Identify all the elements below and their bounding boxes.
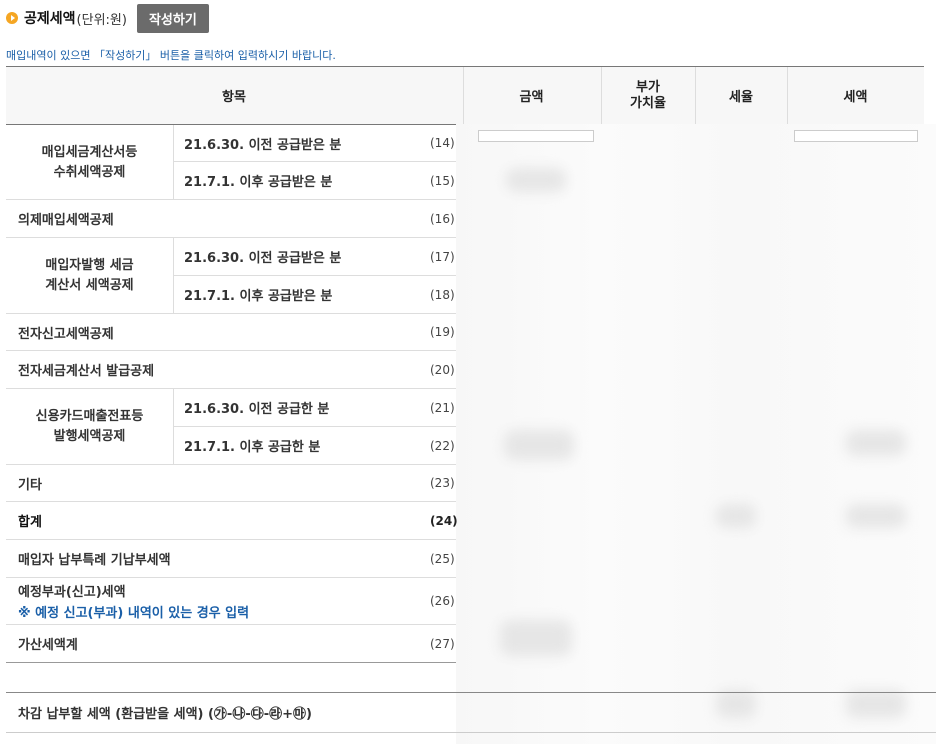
row-27-label: 가산세액계: [18, 638, 78, 653]
section-title: 공제세액: [24, 11, 76, 27]
row-24-number: (24): [430, 513, 458, 528]
row-21-label: 21.6.30. 이전 공급한 분: [184, 402, 330, 417]
row-20-label: 전자세금계산서 발급공제: [18, 364, 155, 379]
group-credit-card: 신용카드매출전표등 발행세액공제: [35, 408, 144, 444]
row-16-label: 의제매입세액공제: [18, 213, 114, 228]
row-15-number: (15): [430, 173, 455, 188]
col-tax-header: 세액: [843, 90, 868, 105]
row-15-label: 21.7.1. 이후 공급받은 분: [184, 175, 333, 190]
row-22-label: 21.7.1. 이후 공급한 분: [184, 440, 321, 455]
row-26-label: 예정부과(신고)세액: [18, 585, 126, 600]
row-17-label: 21.6.30. 이전 공급받은 분: [184, 251, 342, 266]
amount-input[interactable]: [478, 130, 594, 142]
row-21-number: (21): [430, 400, 455, 415]
col-amount-header: 금액: [519, 90, 544, 105]
group-buyer-issued-invoice: 매입자발행 세금 계산서 세액공제: [45, 257, 134, 293]
row-17-number: (17): [430, 249, 455, 264]
write-button[interactable]: 작성하기: [136, 3, 209, 33]
row-23-number: (23): [430, 476, 455, 490]
row-18-number: (18): [430, 287, 455, 302]
notice-text: 매입내역이 있으면 「작성하기」 버튼을 클릭하여 입력하시기 바랍니다.: [6, 49, 336, 62]
row-19-number: (19): [430, 325, 455, 339]
row-24-label: 합계: [18, 515, 42, 530]
row-22-number: (22): [430, 438, 455, 453]
row-20-number: (20): [430, 362, 455, 377]
row-14-number: (14): [430, 136, 455, 150]
row-26-cell: 예정부과(신고)세액 ※ 예정 신고(부과) 내역이 있는 경우 입력: [18, 578, 418, 624]
row-26-note: ※ 예정 신고(부과) 내역이 있는 경우 입력: [18, 606, 250, 621]
row-25-label: 매입자 납부특례 기납부세액: [18, 553, 171, 568]
row-25-number: (25): [430, 551, 455, 566]
row-18-label: 21.7.1. 이후 공급받은 분: [184, 289, 333, 304]
col-vat-rate-header: 부가 가치율: [630, 79, 666, 111]
tax-input[interactable]: [794, 130, 918, 142]
section-header: 공제세액 (단위:원) 작성하기: [6, 3, 209, 33]
group-purchase-invoice: 매입세금계산서등 수취세액공제: [41, 144, 138, 180]
blurred-values-area: [456, 124, 936, 744]
row-16-number: (16): [430, 211, 455, 226]
row-14-label: 21.6.30. 이전 공급받은 분: [184, 137, 342, 153]
bullet-arrow-icon: [6, 12, 18, 24]
col-item-header: 항목: [222, 90, 246, 105]
unit-label: (단위:원): [76, 12, 127, 28]
row-19-label: 전자신고세액공제: [18, 326, 114, 342]
row-26-number: (26): [430, 594, 455, 608]
row-23-label: 기타: [18, 477, 42, 493]
final-payable-tax-label: 차감 납부할 세액 (환급받을 세액) (㉮-㉯-㉰-㉱+㉲): [18, 707, 312, 722]
row-27-number: (27): [430, 636, 455, 651]
col-tax-rate-header: 세율: [729, 90, 753, 105]
